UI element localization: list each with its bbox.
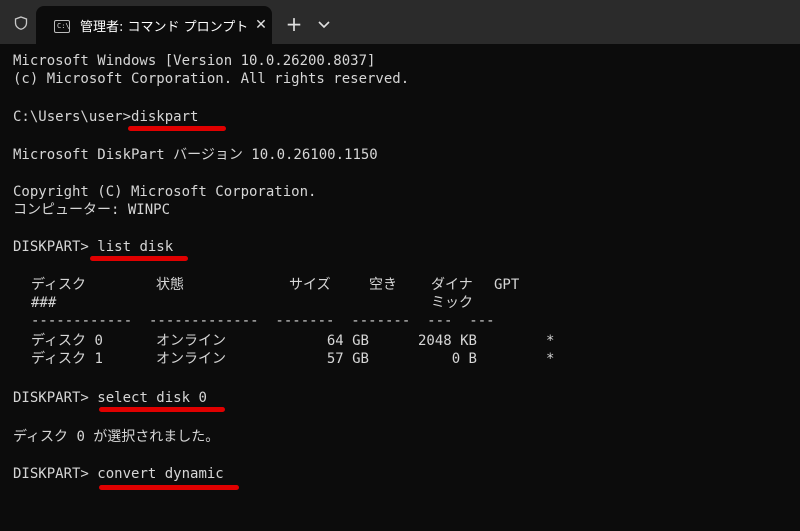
prompt-line-1: C:\Users\user>diskpart — [13, 108, 198, 126]
table-header-dynamic-2: ミック — [431, 295, 473, 311]
diskpart-version-line: Microsoft DiskPart バージョン 10.0.26100.1150 — [13, 147, 378, 163]
table-header-free: 空き — [369, 277, 397, 293]
table-row-free: 0 B — [451, 351, 477, 367]
diskpart-copyright-line: Copyright (C) Microsoft Corporation. — [13, 184, 317, 200]
terminal-output[interactable]: Microsoft Windows [Version 10.0.26200.80… — [0, 44, 800, 531]
select-result-line: ディスク 0 が選択されました。 — [13, 429, 220, 445]
prompt-text: DISKPART> — [13, 466, 98, 482]
terminal-icon: C:\ — [54, 20, 70, 33]
table-row-status: オンライン — [156, 351, 226, 367]
table-row-gpt: * — [546, 351, 555, 367]
table-row-free: 2048 KB — [417, 333, 477, 349]
table-header-size: サイズ — [289, 277, 331, 293]
table-header-dynamic: ダイナ — [431, 277, 473, 293]
table-row-status: オンライン — [156, 333, 226, 349]
prompt-line-2: DISKPART> list disk — [13, 238, 173, 256]
table-header-disk: ディスク — [31, 277, 87, 293]
prompt-line-4: DISKPART> convert dynamic — [13, 465, 224, 483]
computer-name-line: コンピューター: WINPC — [13, 202, 171, 218]
table-row-disk: ディスク 1 — [31, 351, 103, 367]
prompt-line-3: DISKPART> select disk 0 — [13, 389, 207, 407]
prompt-text: DISKPART> — [13, 239, 98, 255]
table-separator: ------------ ------------- ------- -----… — [31, 313, 495, 329]
red-underline — [99, 485, 239, 490]
table-row-size: 57 GB — [326, 351, 369, 367]
header-version-line: Microsoft Windows [Version 10.0.26200.80… — [13, 53, 376, 69]
table-header-status: 状態 — [156, 277, 184, 293]
tab-title: 管理者: コマンド プロンプト - diskpart — [80, 20, 248, 35]
shield-icon — [14, 16, 28, 30]
title-bar: C:\ 管理者: コマンド プロンプト - diskpart ✕ + — [0, 0, 800, 44]
table-row-size: 64 GB — [326, 333, 369, 349]
table-row-disk: ディスク 0 — [31, 333, 103, 349]
prompt-text: DISKPART> — [13, 390, 98, 406]
table-header-gpt: GPT — [494, 277, 520, 293]
header-copyright-line: (c) Microsoft Corporation. All rights re… — [13, 71, 410, 87]
red-underline — [90, 256, 188, 261]
red-underline — [99, 407, 225, 412]
command-convert-dynamic: convert dynamic — [97, 466, 224, 482]
command-diskpart: diskpart — [131, 109, 199, 125]
chevron-down-icon[interactable] — [312, 12, 336, 36]
close-tab-button[interactable]: ✕ — [250, 14, 272, 36]
command-list-disk: list disk — [97, 239, 174, 255]
tab-command-prompt[interactable]: C:\ 管理者: コマンド プロンプト - diskpart ✕ — [36, 6, 272, 44]
prompt-text: C:\Users\user> — [13, 109, 132, 125]
new-tab-button[interactable]: + — [282, 12, 306, 36]
table-header-number: ### — [31, 295, 57, 311]
red-underline — [128, 126, 226, 131]
command-select-disk: select disk 0 — [97, 390, 207, 406]
table-row-gpt: * — [546, 333, 555, 349]
